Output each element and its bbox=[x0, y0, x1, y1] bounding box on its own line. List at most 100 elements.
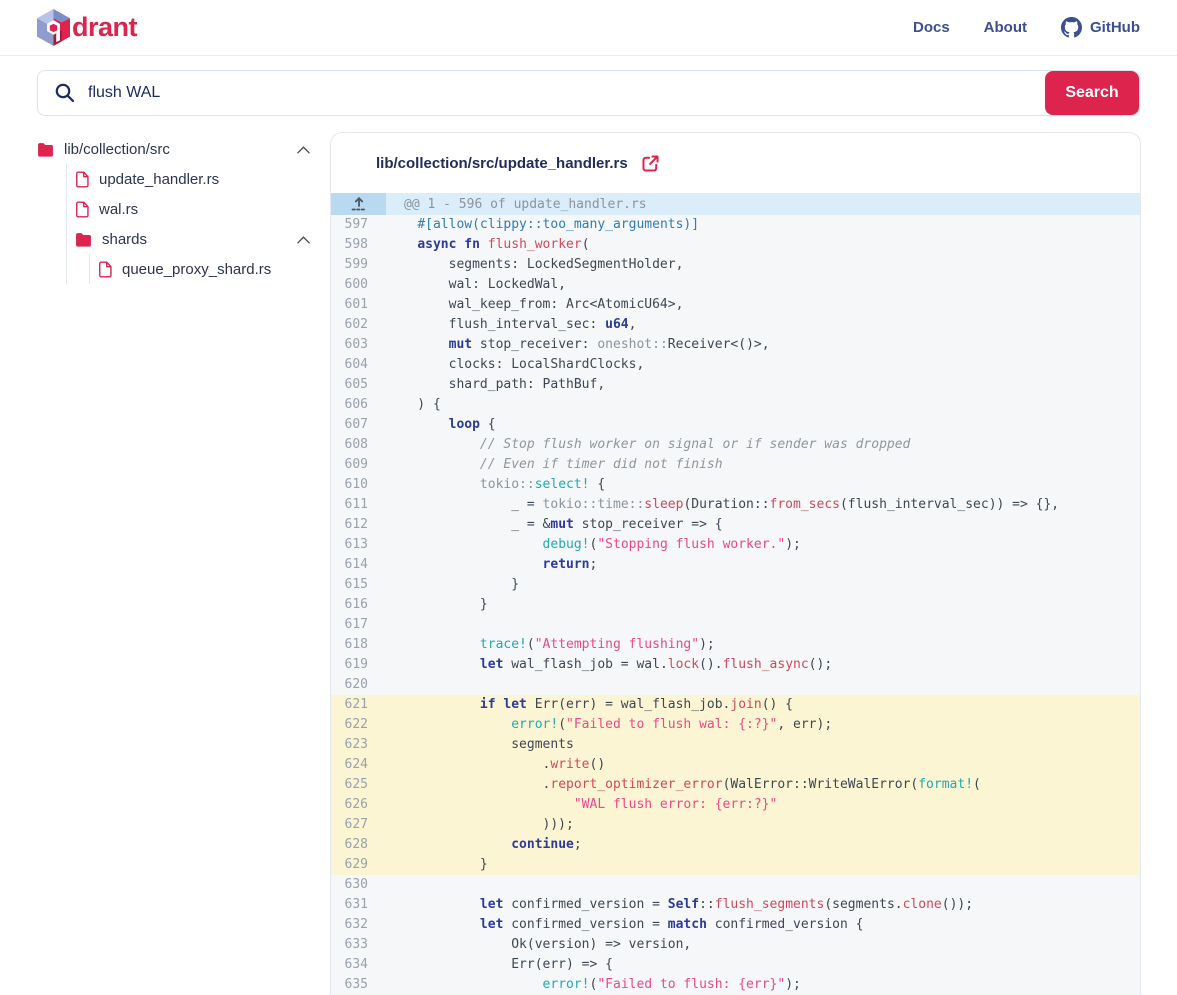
tree-item-label: queue_proxy_shard.rs bbox=[122, 261, 310, 278]
code-line-625: 625 .report_optimizer_error(WalError::Wr… bbox=[331, 775, 1140, 795]
line-number: 616 bbox=[331, 595, 386, 615]
line-number: 627 bbox=[331, 815, 386, 835]
line-number: 609 bbox=[331, 455, 386, 475]
line-number: 619 bbox=[331, 655, 386, 675]
code-text: continue; bbox=[386, 835, 1140, 855]
expand-code-button[interactable] bbox=[331, 193, 386, 215]
github-label: GitHub bbox=[1090, 19, 1140, 36]
line-number: 625 bbox=[331, 775, 386, 795]
code-viewer-header: lib/collection/src/update_handler.rs bbox=[331, 133, 1140, 193]
file-path-title: lib/collection/src/update_handler.rs bbox=[376, 155, 628, 172]
line-number: 611 bbox=[331, 495, 386, 515]
line-number: 626 bbox=[331, 795, 386, 815]
code-text: let confirmed_version = match confirmed_… bbox=[386, 915, 1140, 935]
qdrant-logo[interactable]: drant bbox=[37, 9, 137, 46]
top-nav: drant Docs About GitHub bbox=[0, 0, 1177, 56]
code-text: async fn flush_worker( bbox=[386, 235, 1140, 255]
code-line-630: 630 bbox=[331, 875, 1140, 895]
code-line-623: 623 segments bbox=[331, 735, 1140, 755]
file-icon bbox=[98, 261, 112, 278]
search-input[interactable] bbox=[37, 70, 1140, 116]
code-line-603: 603 mut stop_receiver: oneshot::Receiver… bbox=[331, 335, 1140, 355]
code-text: let wal_flash_job = wal.lock().flush_asy… bbox=[386, 655, 1140, 675]
file-tree: lib/collection/src update_handler.rs wal.r… bbox=[37, 134, 330, 284]
code-line-615: 615 } bbox=[331, 575, 1140, 595]
code-viewer: lib/collection/src/update_handler.rs @@ … bbox=[330, 132, 1141, 995]
code-text: if let Err(err) = wal_flash_job.join() { bbox=[386, 695, 1140, 715]
nav-link-docs[interactable]: Docs bbox=[913, 19, 950, 36]
line-number: 629 bbox=[331, 855, 386, 875]
code-text: .write() bbox=[386, 755, 1140, 775]
line-number: 612 bbox=[331, 515, 386, 535]
code-text: #[allow(clippy::too_many_arguments)] bbox=[386, 215, 1140, 235]
tree-item-lib-collection-src[interactable]: lib/collection/src bbox=[37, 134, 330, 164]
code-text: tokio::select! { bbox=[386, 475, 1140, 495]
code-line-627: 627 ))); bbox=[331, 815, 1140, 835]
line-number: 600 bbox=[331, 275, 386, 295]
search-button[interactable]: Search bbox=[1045, 71, 1139, 115]
nav-link-about[interactable]: About bbox=[984, 19, 1027, 36]
code-text: ) { bbox=[386, 395, 1140, 415]
code-line-621: 621 if let Err(err) = wal_flash_job.join… bbox=[331, 695, 1140, 715]
line-number: 624 bbox=[331, 755, 386, 775]
expand-up-icon bbox=[351, 196, 367, 212]
code-line-612: 612 _ = &mut stop_receiver => { bbox=[331, 515, 1140, 535]
line-number: 618 bbox=[331, 635, 386, 655]
code-line-610: 610 tokio::select! { bbox=[331, 475, 1140, 495]
code-line-600: 600 wal: LockedWal, bbox=[331, 275, 1140, 295]
code-text: _ = &mut stop_receiver => { bbox=[386, 515, 1140, 535]
code-line-632: 632 let confirmed_version = match confir… bbox=[331, 915, 1140, 935]
code-text: } bbox=[386, 595, 1140, 615]
code-text: // Even if timer did not finish bbox=[386, 455, 1140, 475]
external-link-icon[interactable] bbox=[641, 154, 660, 173]
line-number: 602 bbox=[331, 315, 386, 335]
code-line-599: 599 segments: LockedSegmentHolder, bbox=[331, 255, 1140, 275]
code-text: error!("Failed to flush: {err}"); bbox=[386, 975, 1140, 995]
tree-item-label: shards bbox=[102, 231, 287, 248]
line-number: 620 bbox=[331, 675, 386, 695]
tree-children: queue_proxy_shard.rs bbox=[89, 254, 330, 284]
code-line-629: 629 } bbox=[331, 855, 1140, 875]
line-number: 598 bbox=[331, 235, 386, 255]
code-text: flush_interval_sec: u64, bbox=[386, 315, 1140, 335]
search-bar: Search bbox=[37, 70, 1140, 116]
file-icon bbox=[75, 171, 89, 188]
code-line-602: 602 flush_interval_sec: u64, bbox=[331, 315, 1140, 335]
tree-item-wal-rs[interactable]: wal.rs bbox=[75, 194, 330, 224]
code-text: wal: LockedWal, bbox=[386, 275, 1140, 295]
file-icon bbox=[75, 201, 89, 218]
code-text: _ = tokio::time::sleep(Duration::from_se… bbox=[386, 495, 1140, 515]
code-text: return; bbox=[386, 555, 1140, 575]
tree-item-queue-proxy-shard-rs[interactable]: queue_proxy_shard.rs bbox=[98, 254, 330, 284]
line-number: 608 bbox=[331, 435, 386, 455]
chevron-up-icon bbox=[297, 236, 310, 244]
collapse-toggle[interactable] bbox=[297, 231, 310, 248]
folder-icon bbox=[37, 142, 54, 157]
nav-link-github[interactable]: GitHub bbox=[1061, 17, 1140, 38]
line-number: 623 bbox=[331, 735, 386, 755]
tree-item-shards[interactable]: shards bbox=[75, 224, 330, 254]
line-number: 599 bbox=[331, 255, 386, 275]
tree-item-label: update_handler.rs bbox=[99, 171, 310, 188]
qdrant-logo-mark-icon bbox=[37, 9, 70, 46]
line-number: 601 bbox=[331, 295, 386, 315]
code-text: } bbox=[386, 855, 1140, 875]
code-line-634: 634 Err(err) => { bbox=[331, 955, 1140, 975]
code-line-611: 611 _ = tokio::time::sleep(Duration::fro… bbox=[331, 495, 1140, 515]
code-line-609: 609 // Even if timer did not finish bbox=[331, 455, 1140, 475]
code-text: debug!("Stopping flush worker."); bbox=[386, 535, 1140, 555]
collapse-toggle[interactable] bbox=[297, 141, 310, 158]
code-text: Err(err) => { bbox=[386, 955, 1140, 975]
line-number: 615 bbox=[331, 575, 386, 595]
code-line-631: 631 let confirmed_version = Self::flush_… bbox=[331, 895, 1140, 915]
code-block: 597 #[allow(clippy::too_many_arguments)]… bbox=[331, 215, 1140, 995]
line-number: 604 bbox=[331, 355, 386, 375]
tree-item-update-handler-rs[interactable]: update_handler.rs bbox=[75, 164, 330, 194]
code-text bbox=[386, 875, 1140, 895]
code-text: clocks: LocalShardClocks, bbox=[386, 355, 1140, 375]
content-area: lib/collection/src update_handler.rs wal.r… bbox=[0, 132, 1177, 995]
tree-item-label: wal.rs bbox=[99, 201, 310, 218]
code-text: segments bbox=[386, 735, 1140, 755]
code-text: // Stop flush worker on signal or if sen… bbox=[386, 435, 1140, 455]
code-text: wal_keep_from: Arc<AtomicU64>, bbox=[386, 295, 1140, 315]
